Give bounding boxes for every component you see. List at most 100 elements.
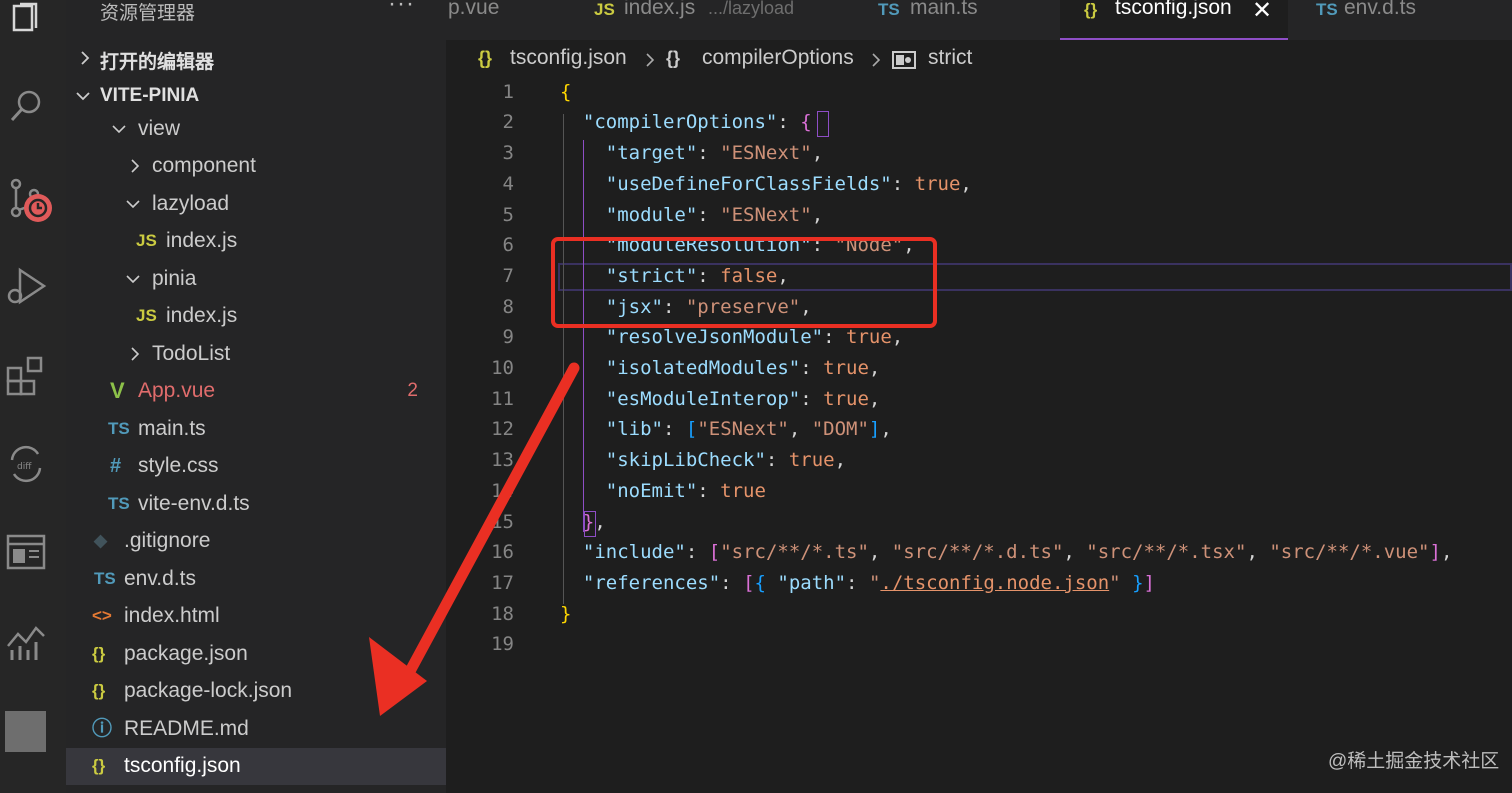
more-actions-button[interactable]: ··· bbox=[388, 0, 415, 18]
search-icon[interactable] bbox=[4, 84, 48, 128]
tab-index-js[interactable]: JS index.js .../lazyload bbox=[586, 0, 846, 38]
tree-folder-component[interactable]: component bbox=[66, 148, 446, 185]
code-line: "compilerOptions": { bbox=[582, 111, 812, 133]
tab-app-vue[interactable]: p.vue bbox=[446, 0, 546, 38]
run-debug-icon[interactable] bbox=[4, 264, 48, 308]
git-file-icon: ◆ bbox=[94, 531, 108, 550]
tree-item-label: package.json bbox=[124, 642, 248, 665]
tree-file-index-html[interactable]: <> index.html bbox=[66, 598, 446, 635]
tree-file-style-css[interactable]: # style.css bbox=[66, 448, 446, 485]
line-number: 11 bbox=[491, 388, 514, 410]
git-diff-icon[interactable]: diff bbox=[4, 442, 48, 486]
info-file-icon: ⓘ bbox=[92, 718, 112, 740]
tree-item-label: package-lock.json bbox=[124, 679, 293, 702]
tree-file-pinia-index-js[interactable]: JS index.js bbox=[66, 298, 446, 335]
typescript-file-icon: TS bbox=[94, 569, 116, 588]
line-number: 17 bbox=[491, 572, 514, 594]
code-editor[interactable]: 1 2 3 4 5 6 7 8 9 10 11 12 13 14 15 16 1… bbox=[446, 80, 1512, 793]
breadcrumb-file[interactable]: tsconfig.json bbox=[510, 46, 627, 70]
line-number: 16 bbox=[491, 541, 514, 563]
extensions-icon[interactable] bbox=[4, 354, 48, 398]
json-file-icon: {} bbox=[92, 756, 106, 775]
open-editors-section[interactable]: 打开的编辑器 bbox=[100, 47, 214, 74]
bracket-match-highlight bbox=[817, 111, 829, 137]
typescript-file-icon: TS bbox=[108, 494, 130, 513]
tree-item-label: env.d.ts bbox=[124, 567, 196, 590]
chevron-down-icon bbox=[112, 125, 126, 134]
line-number: 15 bbox=[491, 511, 514, 533]
explorer-title: 资源管理器 bbox=[100, 3, 196, 24]
javascript-file-icon: JS bbox=[136, 306, 157, 325]
line-number: 3 bbox=[502, 142, 514, 164]
project-section[interactable]: VITE-PINIA bbox=[100, 85, 199, 107]
explorer-sidebar: 资源管理器 ··· 打开的编辑器 VITE-PINIA view compone… bbox=[66, 0, 446, 793]
tree-file-tsconfig-json[interactable]: {} tsconfig.json bbox=[66, 748, 446, 785]
code-line: "esModuleInterop": true, bbox=[605, 388, 881, 410]
tab-label: index.js bbox=[624, 0, 696, 19]
tree-file-package-lock-json[interactable]: {} package-lock.json bbox=[66, 673, 446, 710]
tab-label: tsconfig.json bbox=[1115, 0, 1232, 19]
tree-file-package-json[interactable]: {} package.json bbox=[66, 636, 446, 673]
tree-item-label: style.css bbox=[138, 454, 219, 477]
highlight-annotation-box bbox=[551, 237, 937, 328]
json-file-icon: {} bbox=[1084, 0, 1098, 19]
typescript-file-icon: TS bbox=[1316, 0, 1338, 19]
tree-file-lazyload-index-js[interactable]: JS index.js bbox=[66, 223, 446, 260]
tree-file-gitignore[interactable]: ◆ .gitignore bbox=[66, 523, 446, 560]
tree-item-label: README.md bbox=[124, 717, 249, 740]
chevron-down-icon bbox=[126, 275, 140, 284]
code-line: "references": [{ "path": "./tsconfig.nod… bbox=[582, 572, 1155, 594]
tree-item-label: main.ts bbox=[138, 417, 206, 440]
css-file-icon: # bbox=[110, 455, 122, 477]
tree-item-label: vite-env.d.ts bbox=[138, 492, 250, 515]
object-icon: {} bbox=[666, 48, 681, 68]
tab-env-d-ts[interactable]: TS env.d.ts bbox=[1306, 0, 1486, 38]
tree-item-label: tsconfig.json bbox=[124, 754, 241, 777]
chevron-right-icon[interactable] bbox=[78, 51, 92, 65]
tree-file-vite-env-d-ts[interactable]: TS vite-env.d.ts bbox=[66, 486, 446, 523]
json-file-icon: {} bbox=[92, 681, 106, 700]
tsconfig-node-link[interactable]: ./tsconfig.node.json bbox=[880, 572, 1109, 594]
javascript-file-icon: JS bbox=[594, 0, 615, 19]
json-file-icon: {} bbox=[478, 48, 493, 68]
chevron-down-icon bbox=[126, 200, 140, 209]
editor-tab-bar: p.vue JS index.js .../lazyload TS main.t… bbox=[446, 0, 1512, 40]
typescript-file-icon: TS bbox=[108, 419, 130, 438]
tree-item-label: .gitignore bbox=[124, 529, 211, 552]
code-line: "useDefineForClassFields": true, bbox=[605, 173, 972, 195]
line-number: 1 bbox=[502, 81, 514, 103]
tab-main-ts[interactable]: TS main.ts bbox=[872, 0, 1042, 38]
panel-layout-icon[interactable] bbox=[4, 530, 48, 574]
account-placeholder[interactable] bbox=[5, 711, 46, 752]
tree-file-main-ts[interactable]: TS main.ts bbox=[66, 411, 446, 448]
tree-folder-view[interactable]: view bbox=[66, 111, 446, 148]
breadcrumb: {} tsconfig.json {} compilerOptions stri… bbox=[446, 40, 1512, 80]
close-tab-icon[interactable]: ✕ bbox=[1252, 0, 1272, 25]
breadcrumb-section[interactable]: compilerOptions bbox=[702, 46, 854, 70]
line-number: 13 bbox=[491, 449, 514, 471]
tree-item-label: App.vue bbox=[138, 379, 216, 402]
chevron-right-icon bbox=[646, 53, 655, 67]
breadcrumb-leaf[interactable]: strict bbox=[928, 46, 972, 70]
tree-folder-lazyload[interactable]: lazyload bbox=[66, 186, 446, 223]
tree-file-readme-md[interactable]: ⓘ README.md bbox=[66, 711, 446, 748]
code-line: "lib": ["ESNext", "DOM"], bbox=[605, 418, 892, 440]
line-number: 7 bbox=[502, 265, 514, 287]
analytics-icon[interactable] bbox=[4, 620, 48, 664]
tree-folder-todolist[interactable]: TodoList bbox=[66, 336, 446, 373]
code-line: }, bbox=[582, 511, 606, 533]
boolean-property-icon bbox=[892, 51, 916, 69]
chevron-down-icon[interactable] bbox=[76, 89, 90, 103]
tab-label: env.d.ts bbox=[1344, 0, 1416, 19]
tree-folder-pinia[interactable]: pinia bbox=[66, 261, 446, 298]
code-line: "noEmit": true bbox=[605, 480, 766, 502]
line-number: 4 bbox=[502, 173, 514, 195]
tree-file-env-d-ts[interactable]: TS env.d.ts bbox=[66, 561, 446, 598]
line-number: 10 bbox=[491, 357, 514, 379]
tab-tsconfig-json[interactable]: {} tsconfig.json ✕ bbox=[1060, 0, 1288, 40]
json-file-icon: {} bbox=[92, 644, 106, 663]
tree-item-label: index.js bbox=[166, 229, 238, 252]
explorer-icon[interactable] bbox=[4, 0, 48, 42]
tree-file-app-vue[interactable]: V App.vue 2 bbox=[66, 373, 446, 410]
activity-bar: diff bbox=[0, 0, 66, 793]
